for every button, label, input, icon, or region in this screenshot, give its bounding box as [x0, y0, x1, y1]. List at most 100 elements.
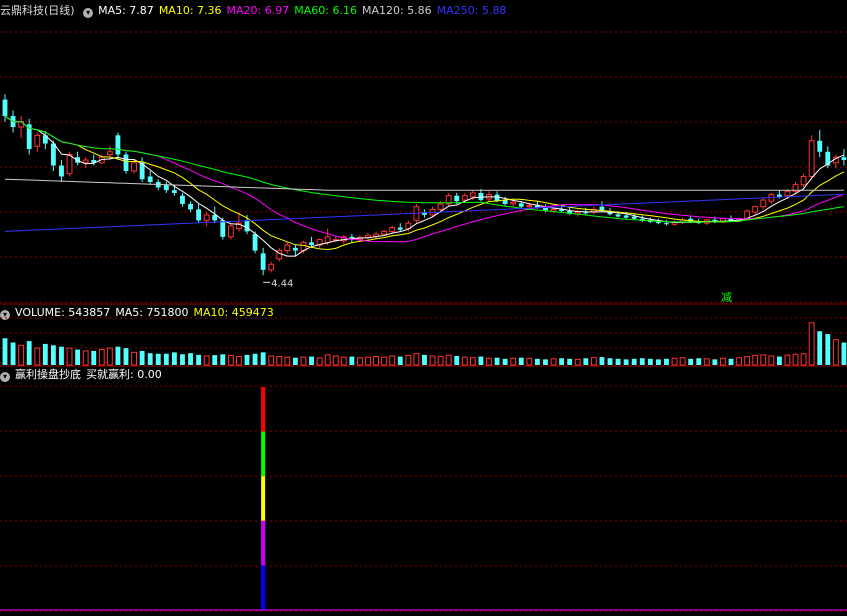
volume-bar — [712, 359, 718, 365]
candle-body — [502, 200, 508, 204]
volume-bar — [543, 359, 548, 365]
volume-bar — [736, 357, 742, 366]
ma60-line — [4, 115, 844, 223]
ma250-line — [4, 193, 844, 232]
volume-bar — [784, 354, 791, 366]
candle-body — [478, 192, 484, 201]
volume-bar — [349, 356, 355, 365]
volume-bar — [66, 347, 73, 366]
volume-bar — [808, 322, 815, 366]
candle-body — [244, 220, 250, 232]
volume-bar — [429, 355, 436, 366]
volume-bar — [574, 358, 581, 366]
volume-bar — [583, 358, 589, 365]
volume-bar — [510, 357, 517, 366]
ma10-line — [4, 115, 845, 251]
candle-body — [34, 134, 41, 147]
volume-bar — [688, 358, 694, 365]
volume-bar — [841, 342, 847, 365]
candle-body — [397, 227, 403, 230]
volume-bar — [252, 353, 258, 365]
volume-bar — [397, 356, 403, 365]
volume-bar — [75, 349, 81, 365]
volume-bar — [800, 353, 807, 366]
volume-bar — [550, 358, 557, 366]
indicator-signal-segment — [261, 565, 266, 610]
grid-lines — [0, 31, 847, 612]
volume-bar — [478, 356, 484, 365]
candle-body — [180, 195, 185, 204]
candle-body — [50, 143, 56, 166]
volume-bar — [696, 358, 702, 365]
volume-bar — [123, 348, 129, 365]
candle-body — [817, 140, 823, 152]
candle-body — [284, 244, 291, 252]
indicator-signal-segment — [261, 431, 266, 477]
volume-bar — [171, 352, 177, 365]
volume-bar — [106, 347, 113, 366]
volume-bar — [244, 354, 250, 365]
indicator-signal-segment — [261, 387, 266, 432]
volume-bar — [196, 354, 202, 365]
volume-bar — [316, 357, 323, 366]
candle-body — [66, 154, 73, 175]
volume-bar — [752, 354, 759, 366]
volume-bar — [631, 358, 637, 365]
volume-bar — [203, 355, 210, 366]
volume-bar — [526, 357, 533, 366]
volume-bar — [768, 355, 775, 366]
volume-bar — [655, 359, 661, 365]
volume-bar — [357, 357, 363, 366]
volume-bar — [776, 356, 782, 365]
candle-body — [494, 194, 500, 202]
candle-body — [526, 205, 533, 208]
candle-body — [664, 223, 669, 225]
volume-bar — [381, 356, 388, 366]
candle-body — [309, 242, 314, 246]
volume-bar — [139, 350, 145, 365]
volume-bar — [534, 358, 540, 365]
volume-bar — [155, 353, 161, 365]
candle-body — [131, 162, 137, 172]
volume-bar — [82, 350, 89, 366]
candle-body — [615, 214, 621, 217]
candle-body — [82, 159, 89, 164]
volume-bar — [825, 334, 831, 365]
candle-body — [227, 225, 234, 238]
volume-bar — [832, 339, 839, 366]
volume-bar — [10, 342, 16, 365]
volume-bar — [276, 356, 283, 366]
candle-body — [841, 157, 847, 160]
volume-bar — [454, 356, 460, 365]
volume-bar — [373, 356, 379, 366]
stock-chart[interactable]: 4.44 减 — [0, 0, 847, 616]
volume-bar — [220, 354, 226, 365]
low-price-annotation: 4.44 — [271, 278, 293, 289]
volume-bar — [98, 349, 105, 366]
candle-body — [260, 253, 266, 270]
volume-bar — [260, 352, 266, 365]
volume-bar — [115, 346, 121, 365]
volume-bar — [486, 357, 492, 366]
volume-bar — [34, 347, 41, 366]
volume-bar — [324, 354, 331, 366]
volume-bar — [180, 354, 185, 365]
volume-bar — [590, 357, 597, 366]
volume-bar — [599, 357, 605, 365]
volume-bar — [50, 345, 56, 365]
volume-bar — [18, 344, 25, 366]
candle-body — [18, 121, 25, 128]
volume-bar — [494, 357, 500, 365]
volume-bar — [559, 358, 565, 365]
ma20-line — [4, 115, 845, 243]
volume-bar — [679, 357, 686, 366]
volume-bar — [413, 353, 420, 366]
candle-body — [784, 190, 791, 197]
candle-body — [381, 230, 388, 235]
volume-bar — [332, 355, 339, 366]
volume-bar — [518, 357, 524, 365]
ma120-line — [4, 178, 844, 191]
candle-body — [437, 203, 444, 210]
candle-body — [196, 209, 202, 221]
volume-bar — [623, 359, 629, 365]
